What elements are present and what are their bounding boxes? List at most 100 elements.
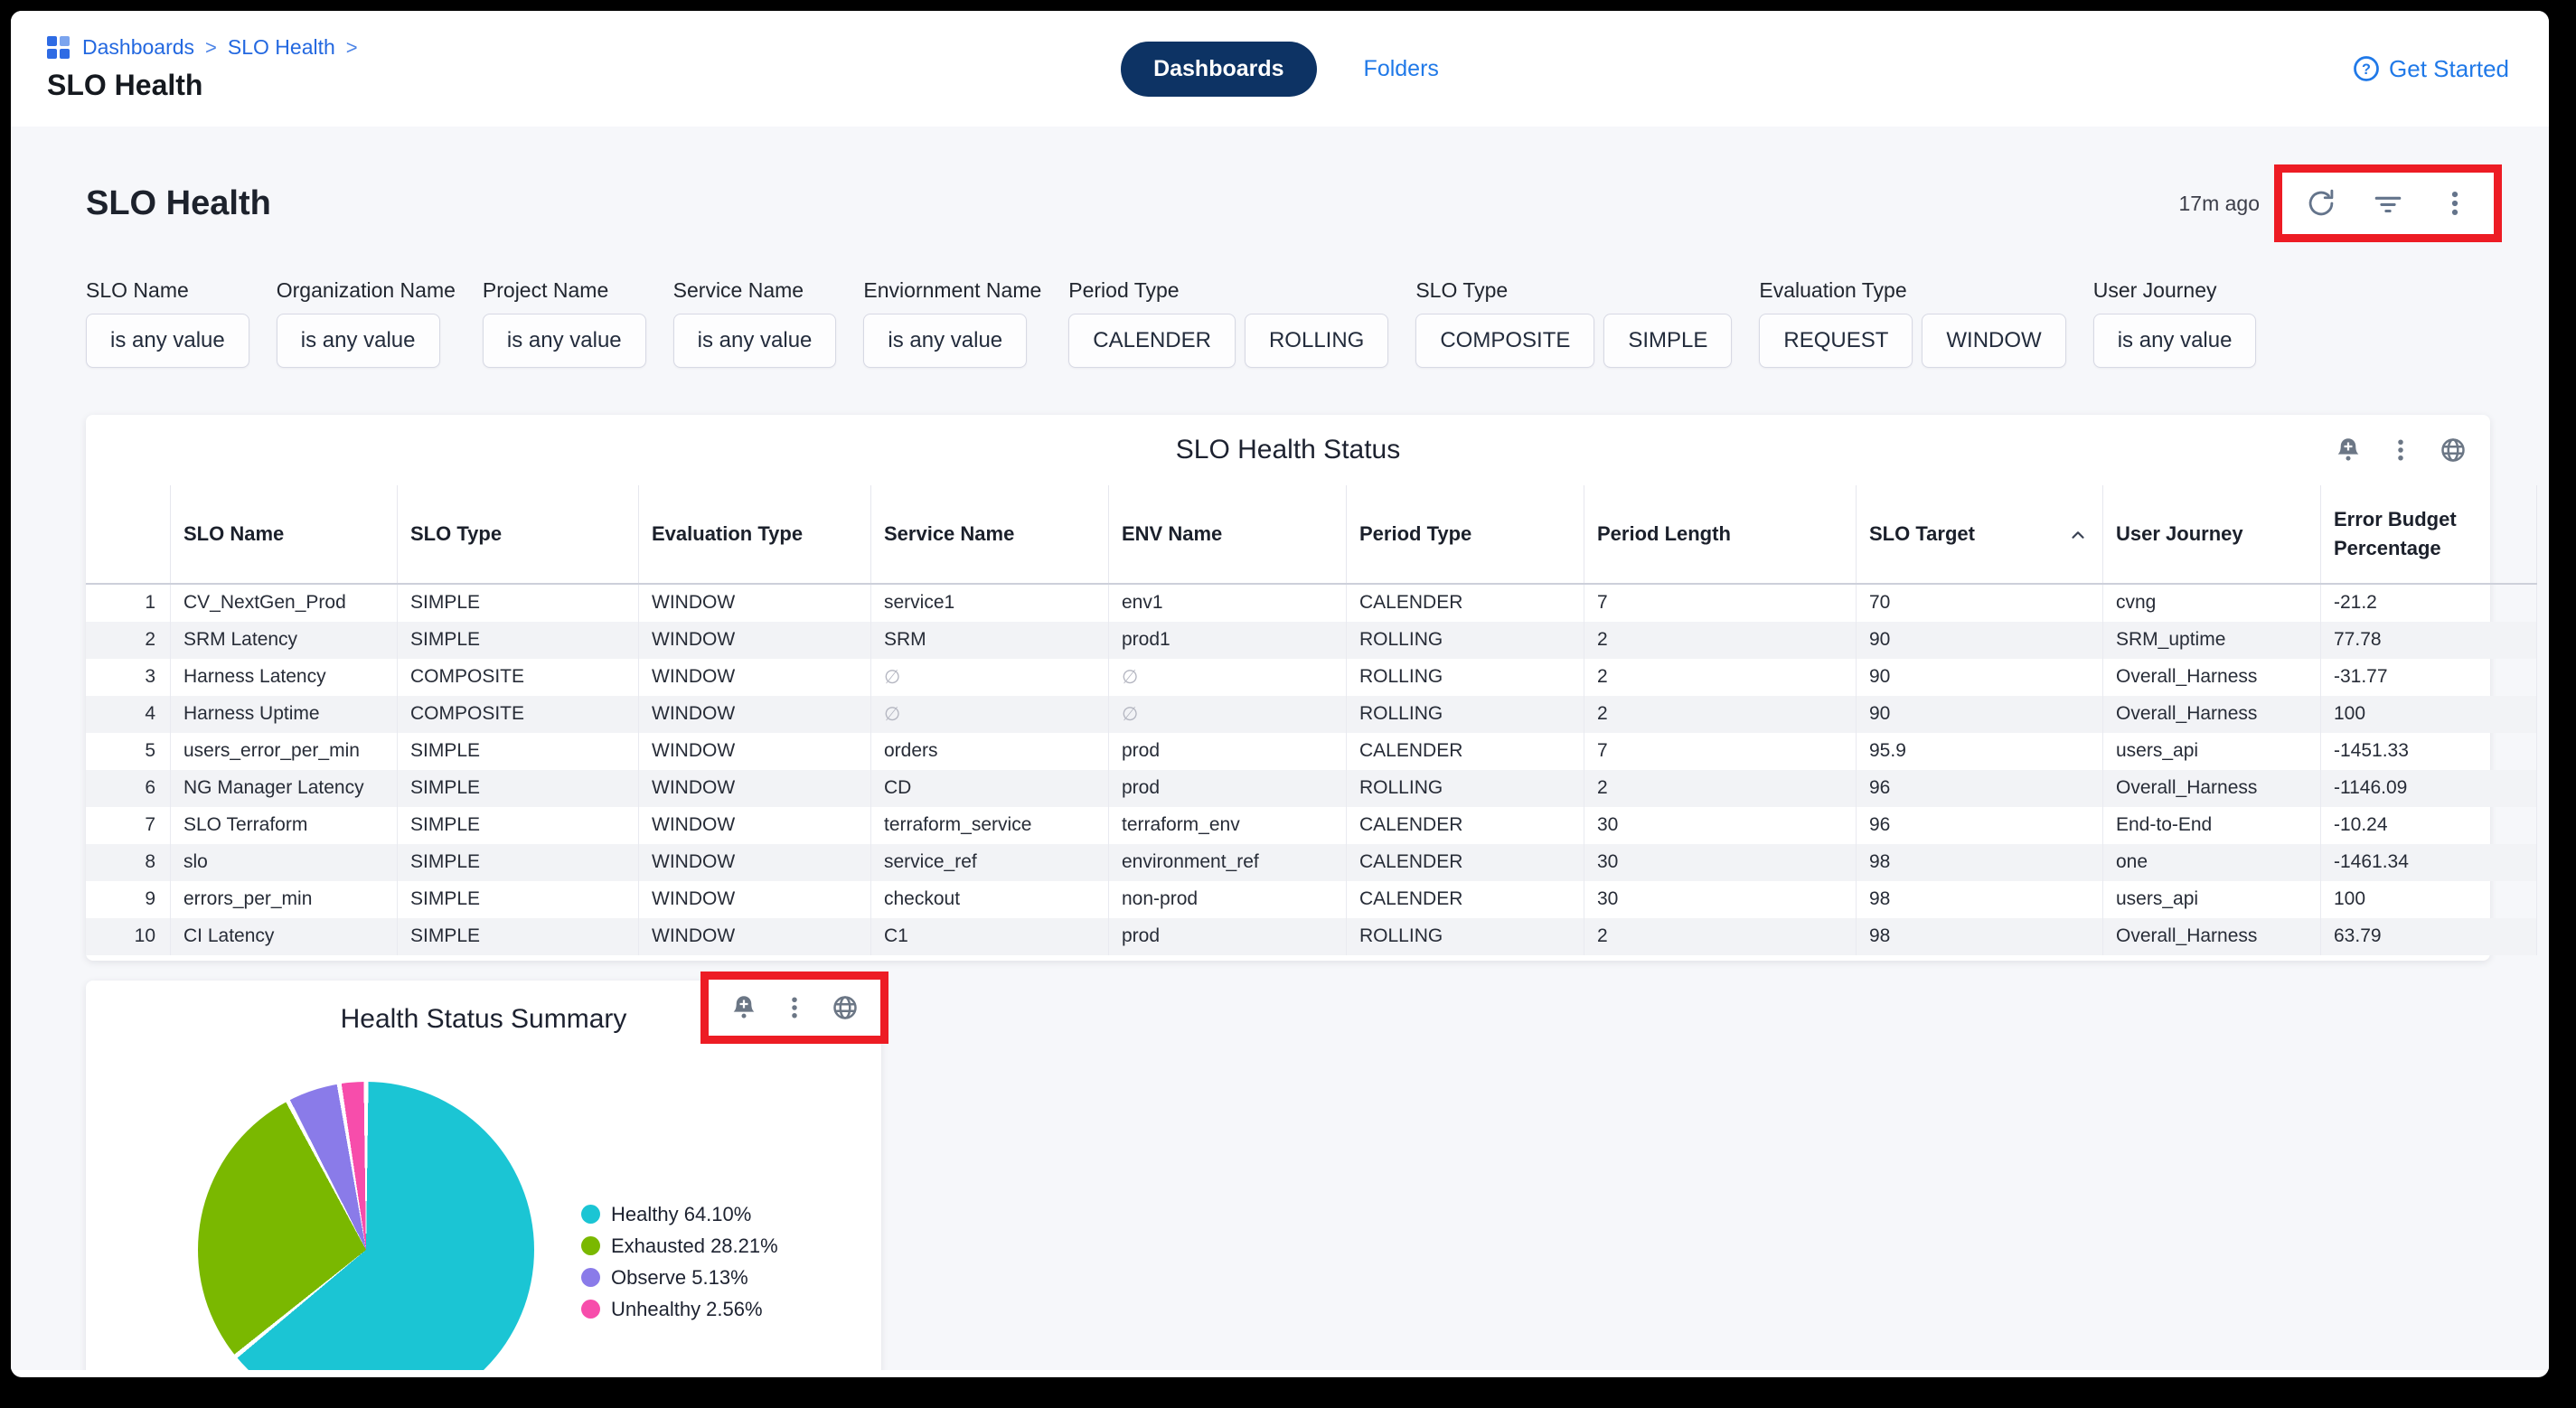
- filter-label: User Journey: [2093, 278, 2257, 303]
- filter-option-is-any-value[interactable]: is any value: [277, 314, 440, 368]
- legend-item-healthy[interactable]: Healthy 64.10%: [581, 1203, 778, 1226]
- table-row[interactable]: 9errors_per_minSIMPLEWINDOWcheckoutnon-p…: [86, 881, 2537, 918]
- filter-option-simple[interactable]: SIMPLE: [1603, 314, 1732, 368]
- table-cell: Overall_Harness: [2103, 770, 2321, 807]
- table-card-title: SLO Health Status: [1176, 435, 1400, 465]
- column-header-slo-name[interactable]: SLO Name: [171, 485, 398, 584]
- table-cell: environment_ref: [1109, 844, 1347, 881]
- filter-option-request[interactable]: REQUEST: [1759, 314, 1913, 368]
- table-cell: prod: [1109, 918, 1347, 955]
- table-row[interactable]: 7SLO TerraformSIMPLEWINDOWterraform_serv…: [86, 807, 2537, 844]
- dashboard-area: SLO Health 17m ago SLO Nameis any valueO…: [11, 127, 2549, 1370]
- row-number: 8: [86, 844, 171, 881]
- table-cell: CALENDER: [1347, 733, 1584, 770]
- table-cell: SIMPLE: [398, 733, 639, 770]
- get-started-button[interactable]: ? Get Started: [2353, 55, 2509, 83]
- table-cell: 90: [1857, 622, 2103, 659]
- legend-item-unhealthy[interactable]: Unhealthy 2.56%: [581, 1298, 778, 1321]
- column-header-slo-target[interactable]: SLO Target: [1857, 485, 2103, 584]
- legend-item-exhausted[interactable]: Exhausted 28.21%: [581, 1234, 778, 1258]
- table-cell: Harness Uptime: [171, 696, 398, 733]
- column-header-evaluation-type[interactable]: Evaluation Type: [639, 485, 871, 584]
- table-cell: SIMPLE: [398, 807, 639, 844]
- filter-option-calender[interactable]: CALENDER: [1068, 314, 1236, 368]
- table-cell: CV_NextGen_Prod: [171, 584, 398, 622]
- filter-option-is-any-value[interactable]: is any value: [86, 314, 249, 368]
- table-cell: WINDOW: [639, 622, 871, 659]
- table-row[interactable]: 4Harness UptimeCOMPOSITEWINDOW∅∅ROLLING2…: [86, 696, 2537, 733]
- row-number: 9: [86, 881, 171, 918]
- filter-label: SLO Name: [86, 278, 249, 303]
- breadcrumb-separator: >: [205, 36, 217, 60]
- column-header-user-journey[interactable]: User Journey: [2103, 485, 2321, 584]
- column-header-period-type[interactable]: Period Type: [1347, 485, 1584, 584]
- pie-legend: Healthy 64.10% Exhausted 28.21% Observe 5.…: [581, 1203, 778, 1321]
- column-header-service-name[interactable]: Service Name: [871, 485, 1109, 584]
- table-cell: service1: [871, 584, 1109, 622]
- breadcrumb-link-dashboards[interactable]: Dashboards: [82, 35, 194, 60]
- filter-label: Evaluation Type: [1759, 278, 2065, 303]
- table-cell: 2: [1584, 696, 1857, 733]
- filter-group-period-type: Period TypeCALENDERROLLING: [1068, 278, 1388, 368]
- kebab-menu-icon[interactable]: [781, 994, 808, 1021]
- filter-option-composite[interactable]: COMPOSITE: [1415, 314, 1594, 368]
- column-header-slo-type[interactable]: SLO Type: [398, 485, 639, 584]
- tab-dashboards[interactable]: Dashboards: [1121, 42, 1316, 97]
- filter-option-is-any-value[interactable]: is any value: [863, 314, 1027, 368]
- breadcrumb-separator: >: [346, 36, 358, 60]
- filter-label: SLO Type: [1415, 278, 1732, 303]
- globe-icon[interactable]: [832, 994, 859, 1021]
- table-cell: ∅: [1109, 659, 1347, 696]
- tab-folders[interactable]: Folders: [1364, 56, 1439, 82]
- bell-plus-icon[interactable]: [2335, 436, 2362, 464]
- table-row[interactable]: 3Harness LatencyCOMPOSITEWINDOW∅∅ROLLING…: [86, 659, 2537, 696]
- slo-health-status-table: SLO NameSLO TypeEvaluation TypeService N…: [86, 485, 2537, 955]
- table-cell: NG Manager Latency: [171, 770, 398, 807]
- table-cell: Overall_Harness: [2103, 696, 2321, 733]
- table-cell: 100: [2321, 881, 2537, 918]
- health-status-pie-chart[interactable]: [198, 1082, 534, 1370]
- last-refreshed-label: 17m ago: [2178, 192, 2260, 216]
- table-row[interactable]: 10CI LatencySIMPLEWINDOWC1prodROLLING298…: [86, 918, 2537, 955]
- filter-label: Service Name: [673, 278, 837, 303]
- table-cell: 98: [1857, 918, 2103, 955]
- table-cell: 30: [1584, 881, 1857, 918]
- table-cell: orders: [871, 733, 1109, 770]
- legend-item-observe[interactable]: Observe 5.13%: [581, 1266, 778, 1290]
- table-cell: Overall_Harness: [2103, 918, 2321, 955]
- table-cell: CALENDER: [1347, 807, 1584, 844]
- table-row[interactable]: 2SRM LatencySIMPLEWINDOWSRMprod1ROLLING2…: [86, 622, 2537, 659]
- kebab-menu-icon[interactable]: [2387, 436, 2414, 464]
- column-header-error-budget-percentage[interactable]: Error Budget Percentage: [2321, 485, 2537, 584]
- table-cell: CD: [871, 770, 1109, 807]
- column-header-env-name[interactable]: ENV Name: [1109, 485, 1347, 584]
- filter-option-is-any-value[interactable]: is any value: [2093, 314, 2257, 368]
- dashboards-grid-icon: [47, 36, 70, 59]
- breadcrumb-link-slo-health[interactable]: SLO Health: [228, 35, 335, 60]
- table-row[interactable]: 6NG Manager LatencySIMPLEWINDOWCDprodROL…: [86, 770, 2537, 807]
- table-row[interactable]: 1CV_NextGen_ProdSIMPLEWINDOWservice1env1…: [86, 584, 2537, 622]
- filter-icon[interactable]: [2373, 188, 2403, 219]
- table-row[interactable]: 5users_error_per_minSIMPLEWINDOWorderspr…: [86, 733, 2537, 770]
- refresh-icon[interactable]: [2306, 188, 2336, 219]
- globe-icon[interactable]: [2440, 436, 2467, 464]
- table-cell: End-to-End: [2103, 807, 2321, 844]
- filter-option-rolling[interactable]: ROLLING: [1245, 314, 1388, 368]
- table-cell: ROLLING: [1347, 696, 1584, 733]
- table-cell: 2: [1584, 622, 1857, 659]
- filter-option-is-any-value[interactable]: is any value: [673, 314, 837, 368]
- table-cell: users_api: [2103, 881, 2321, 918]
- bell-plus-icon[interactable]: [730, 994, 757, 1021]
- table-row[interactable]: 8sloSIMPLEWINDOWservice_refenvironment_r…: [86, 844, 2537, 881]
- filter-option-window[interactable]: WINDOW: [1922, 314, 2065, 368]
- filter-option-is-any-value[interactable]: is any value: [483, 314, 646, 368]
- table-cell: -1461.34: [2321, 844, 2537, 881]
- kebab-menu-icon[interactable]: [2440, 188, 2470, 219]
- table-cell: 90: [1857, 696, 2103, 733]
- table-cell: env1: [1109, 584, 1347, 622]
- table-cell: cvng: [2103, 584, 2321, 622]
- column-header-period-length[interactable]: Period Length: [1584, 485, 1857, 584]
- row-number: 7: [86, 807, 171, 844]
- table-cell: 7: [1584, 733, 1857, 770]
- table-cell: WINDOW: [639, 807, 871, 844]
